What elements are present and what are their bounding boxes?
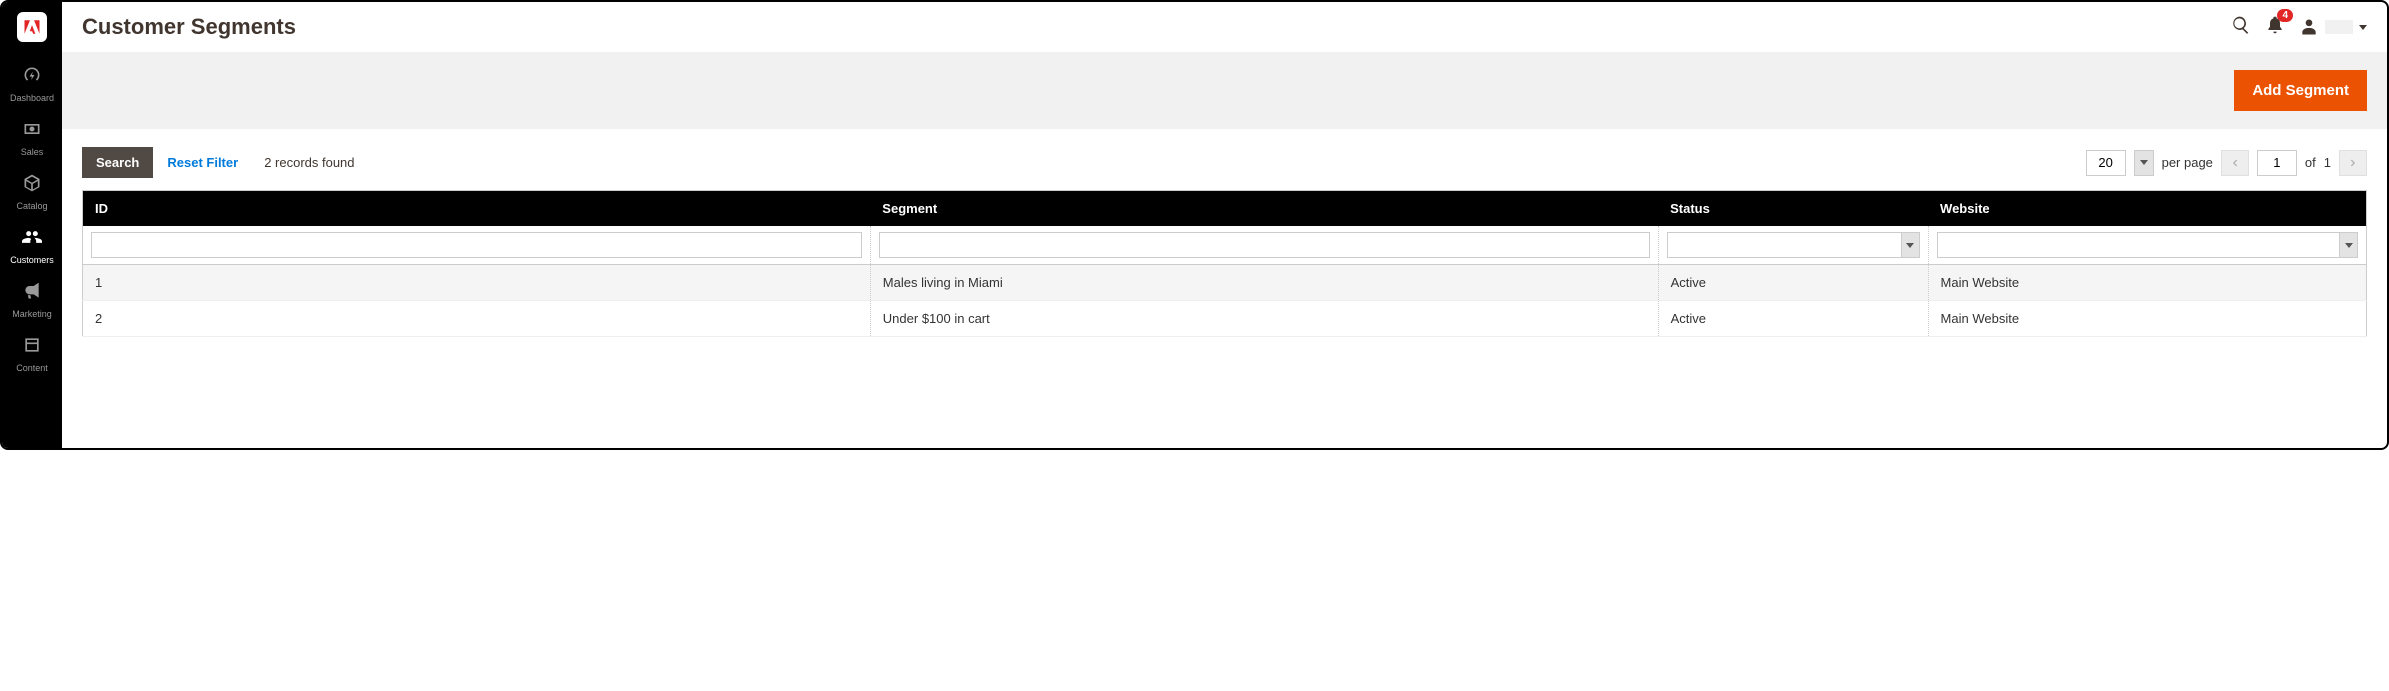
filter-id-input[interactable] — [91, 232, 862, 258]
col-header-segment[interactable]: Segment — [870, 191, 1658, 227]
table-row[interactable]: 1 Males living in Miami Active Main Webs… — [83, 265, 2367, 301]
nav-label: Dashboard — [4, 93, 60, 103]
chevron-left-icon — [2230, 158, 2240, 168]
col-header-status[interactable]: Status — [1658, 191, 1928, 227]
admin-user-menu[interactable] — [2299, 17, 2367, 37]
admin-name-placeholder — [2325, 20, 2353, 34]
nav-label: Content — [4, 363, 60, 373]
current-page-input[interactable] — [2257, 150, 2297, 176]
records-found-text: 2 records found — [264, 155, 354, 170]
nav-item-content[interactable]: Content — [2, 327, 62, 381]
money-icon — [4, 119, 60, 144]
cell-website: Main Website — [1928, 265, 2366, 301]
chevron-down-icon — [2140, 160, 2148, 165]
grid-table-wrap: ID Segment Status Website 1 — [62, 190, 2387, 357]
nav-item-customers[interactable]: Customers — [2, 219, 62, 273]
filter-status-select[interactable] — [1667, 232, 1920, 258]
nav-label: Customers — [4, 255, 60, 265]
search-button[interactable] — [2231, 15, 2251, 40]
filter-website-select[interactable] — [1937, 232, 2358, 258]
search-icon — [2231, 15, 2251, 35]
search-grid-button[interactable]: Search — [82, 147, 153, 178]
next-page-button[interactable] — [2339, 150, 2367, 176]
users-icon — [4, 227, 60, 252]
cell-id: 2 — [83, 301, 871, 337]
grid-toolbar: Search Reset Filter 2 records found per … — [62, 129, 2387, 190]
main-content: Customer Segments 4 Add Segment S — [62, 2, 2387, 448]
cell-id: 1 — [83, 265, 871, 301]
cell-segment: Under $100 in cart — [870, 301, 1658, 337]
header-actions: 4 — [2231, 15, 2367, 40]
chevron-down-icon — [1906, 243, 1914, 248]
chevron-right-icon — [2348, 158, 2358, 168]
user-icon — [2299, 17, 2319, 37]
gauge-icon — [4, 65, 60, 90]
filter-segment-input[interactable] — [879, 232, 1650, 258]
nav-item-marketing[interactable]: Marketing — [2, 273, 62, 327]
megaphone-icon — [4, 281, 60, 306]
page-icon — [4, 335, 60, 360]
cell-status: Active — [1658, 301, 1928, 337]
notifications-button[interactable]: 4 — [2265, 15, 2285, 40]
nav-label: Marketing — [4, 309, 60, 319]
notification-badge: 4 — [2277, 9, 2293, 22]
cell-segment: Males living in Miami — [870, 265, 1658, 301]
per-page-dropdown[interactable] — [2134, 150, 2154, 176]
adobe-logo[interactable] — [17, 12, 47, 42]
nav-label: Sales — [4, 147, 60, 157]
col-header-website[interactable]: Website — [1928, 191, 2366, 227]
nav-item-catalog[interactable]: Catalog — [2, 165, 62, 219]
nav-menu: Dashboard Sales Catalog Customers Market… — [2, 57, 62, 381]
cell-status: Active — [1658, 265, 1928, 301]
total-pages: 1 — [2324, 155, 2331, 170]
sidebar: Dashboard Sales Catalog Customers Market… — [2, 2, 62, 448]
action-bar: Add Segment — [62, 52, 2387, 129]
page-header: Customer Segments 4 — [62, 2, 2387, 52]
pager: per page of 1 — [2086, 150, 2367, 176]
per-page-input[interactable] — [2086, 150, 2126, 176]
col-header-id[interactable]: ID — [83, 191, 871, 227]
nav-item-dashboard[interactable]: Dashboard — [2, 57, 62, 111]
nav-label: Catalog — [4, 201, 60, 211]
page-title: Customer Segments — [82, 14, 2231, 40]
segments-table: ID Segment Status Website 1 — [82, 190, 2367, 337]
prev-page-button[interactable] — [2221, 150, 2249, 176]
filter-row — [83, 226, 2367, 265]
table-row[interactable]: 2 Under $100 in cart Active Main Website — [83, 301, 2367, 337]
adobe-logo-icon — [23, 18, 41, 36]
per-page-label: per page — [2162, 155, 2213, 170]
chevron-down-icon — [2359, 25, 2367, 30]
chevron-down-icon — [2345, 243, 2353, 248]
of-label: of — [2305, 155, 2316, 170]
reset-filter-link[interactable]: Reset Filter — [167, 155, 238, 170]
nav-item-sales[interactable]: Sales — [2, 111, 62, 165]
box-icon — [4, 173, 60, 198]
cell-website: Main Website — [1928, 301, 2366, 337]
add-segment-button[interactable]: Add Segment — [2234, 70, 2367, 111]
